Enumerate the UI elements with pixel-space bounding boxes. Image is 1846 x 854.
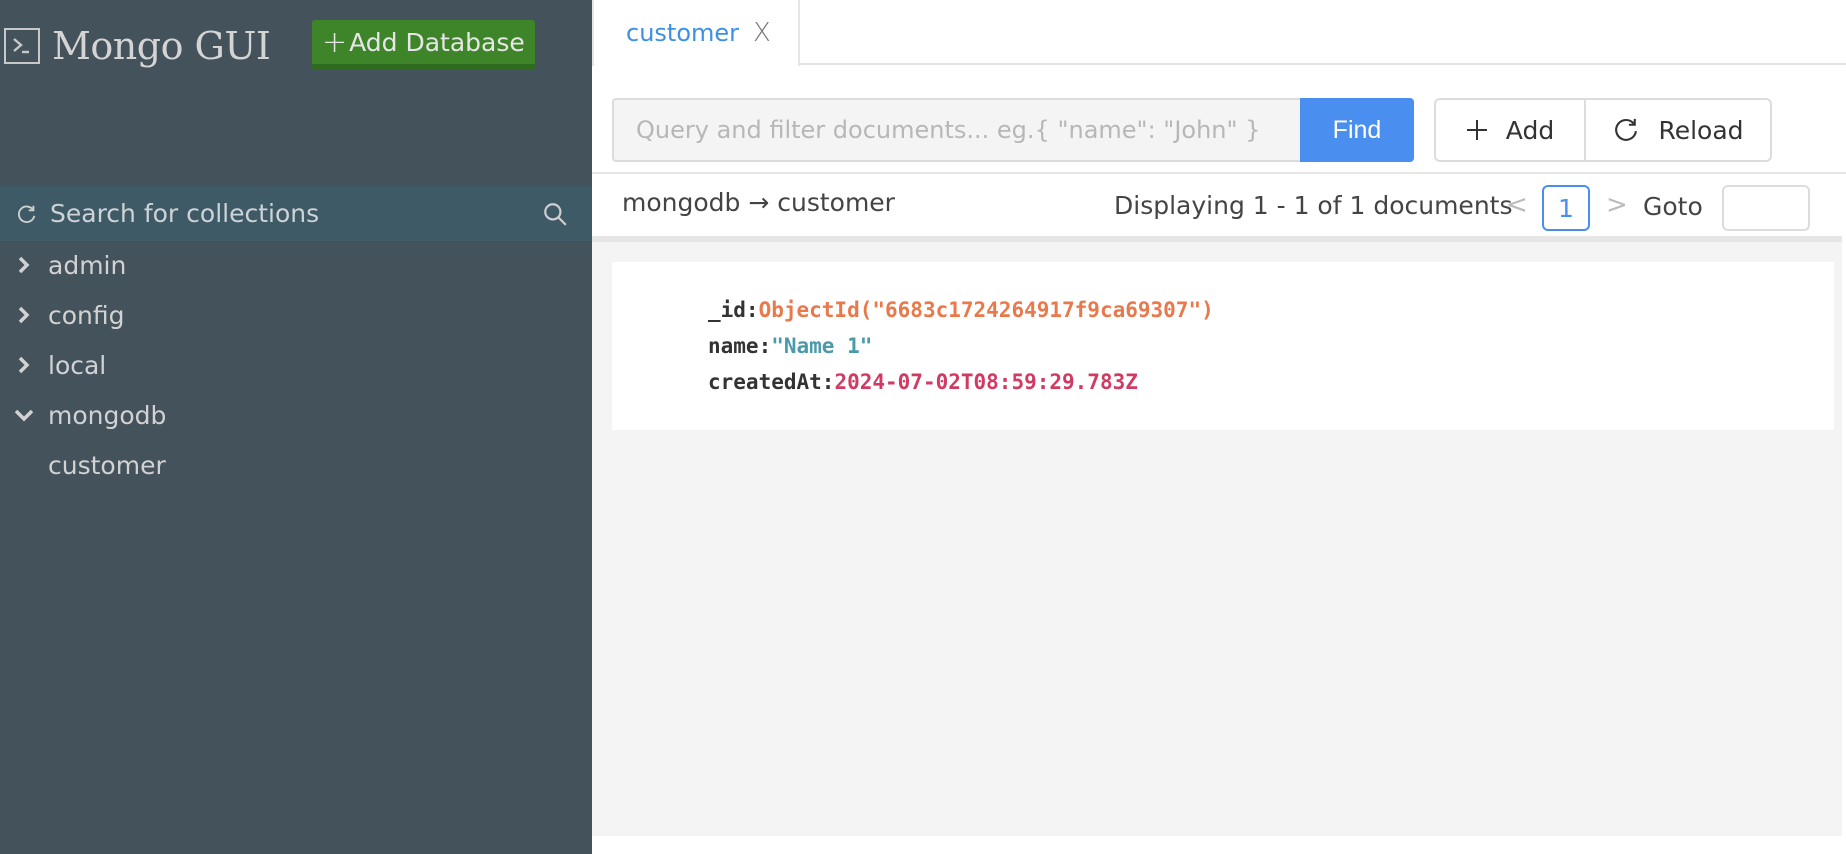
main-panel: customer X Find Add Reload mongodb → cus… xyxy=(592,0,1846,854)
reload-label: Reload xyxy=(1658,115,1744,145)
action-button-group: Add Reload xyxy=(1434,98,1772,162)
info-bar: mongodb → customer Displaying 1 - 1 of 1… xyxy=(592,174,1846,236)
goto-label: Goto xyxy=(1643,192,1703,221)
plus-icon: + xyxy=(322,24,348,60)
refresh-icon[interactable] xyxy=(14,203,40,225)
field-key: _id: xyxy=(708,298,759,322)
field-key: name: xyxy=(708,334,772,358)
collection-search-bar xyxy=(0,186,592,241)
tree-item-label: mongodb xyxy=(48,400,167,430)
document-field-name: name:"Name 1" xyxy=(708,328,1834,364)
document-card[interactable]: _id:ObjectId("6683c1724264917f9ca69307")… xyxy=(612,262,1834,430)
app-brand: Mongo GUI xyxy=(4,24,271,68)
document-field-id: _id:ObjectId("6683c1724264917f9ca69307") xyxy=(708,292,1834,328)
current-page-button[interactable]: 1 xyxy=(1542,185,1590,231)
tree-item-label: local xyxy=(48,350,107,380)
add-database-button[interactable]: + Add Database xyxy=(312,20,535,70)
chevron-left-icon[interactable]: < xyxy=(1506,190,1528,220)
tree-item-collection-customer[interactable]: customer xyxy=(0,440,592,490)
document-field-createdat: createdAt:2024-07-02T08:59:29.783Z xyxy=(708,364,1834,400)
add-label: Add xyxy=(1505,115,1555,145)
query-toolbar: Find Add Reload xyxy=(612,98,1772,162)
chevron-right-icon xyxy=(0,256,48,274)
collection-search-input[interactable] xyxy=(50,199,540,228)
database-tree: admin config local mongodb customer xyxy=(0,240,592,490)
add-database-label: Add Database xyxy=(349,27,525,57)
add-document-button[interactable]: Add xyxy=(1436,100,1586,160)
tree-item-admin[interactable]: admin xyxy=(0,240,592,290)
app-title: Mongo GUI xyxy=(52,24,271,68)
tree-item-local[interactable]: local xyxy=(0,340,592,390)
sidebar: Mongo GUI + Add Database admin config lo… xyxy=(0,0,592,854)
tab-bar: customer X xyxy=(592,0,1846,66)
chevron-right-icon xyxy=(0,356,48,374)
plus-icon xyxy=(1466,119,1488,141)
query-input[interactable] xyxy=(614,100,1300,160)
query-field-wrapper xyxy=(612,98,1300,162)
tree-item-label: customer xyxy=(48,450,166,480)
field-value-string: "Name 1" xyxy=(771,334,873,358)
chevron-down-icon xyxy=(0,408,48,422)
close-icon[interactable]: X xyxy=(753,18,771,48)
tree-item-label: admin xyxy=(48,250,127,280)
goto-page-input[interactable] xyxy=(1722,185,1810,231)
chevron-right-icon[interactable]: > xyxy=(1606,190,1628,220)
search-icon[interactable] xyxy=(540,201,570,227)
document-count-text: Displaying 1 - 1 of 1 documents xyxy=(1114,191,1513,220)
find-button[interactable]: Find xyxy=(1300,98,1414,162)
reload-button[interactable]: Reload xyxy=(1586,100,1770,160)
tree-item-mongodb[interactable]: mongodb xyxy=(0,390,592,440)
terminal-icon xyxy=(4,28,40,64)
field-value-objectid: ObjectId("6683c1724264917f9ca69307") xyxy=(758,298,1214,322)
field-value-date: 2024-07-02T08:59:29.783Z xyxy=(834,370,1138,394)
chevron-right-icon xyxy=(0,306,48,324)
tab-customer[interactable]: customer X xyxy=(592,0,800,66)
breadcrumb: mongodb → customer xyxy=(622,188,895,217)
reload-icon xyxy=(1612,116,1640,144)
documents-area: _id:ObjectId("6683c1724264917f9ca69307")… xyxy=(592,236,1842,836)
tree-item-config[interactable]: config xyxy=(0,290,592,340)
field-key: createdAt: xyxy=(708,370,835,394)
tab-label: customer xyxy=(626,19,740,47)
tree-item-label: config xyxy=(48,300,125,330)
